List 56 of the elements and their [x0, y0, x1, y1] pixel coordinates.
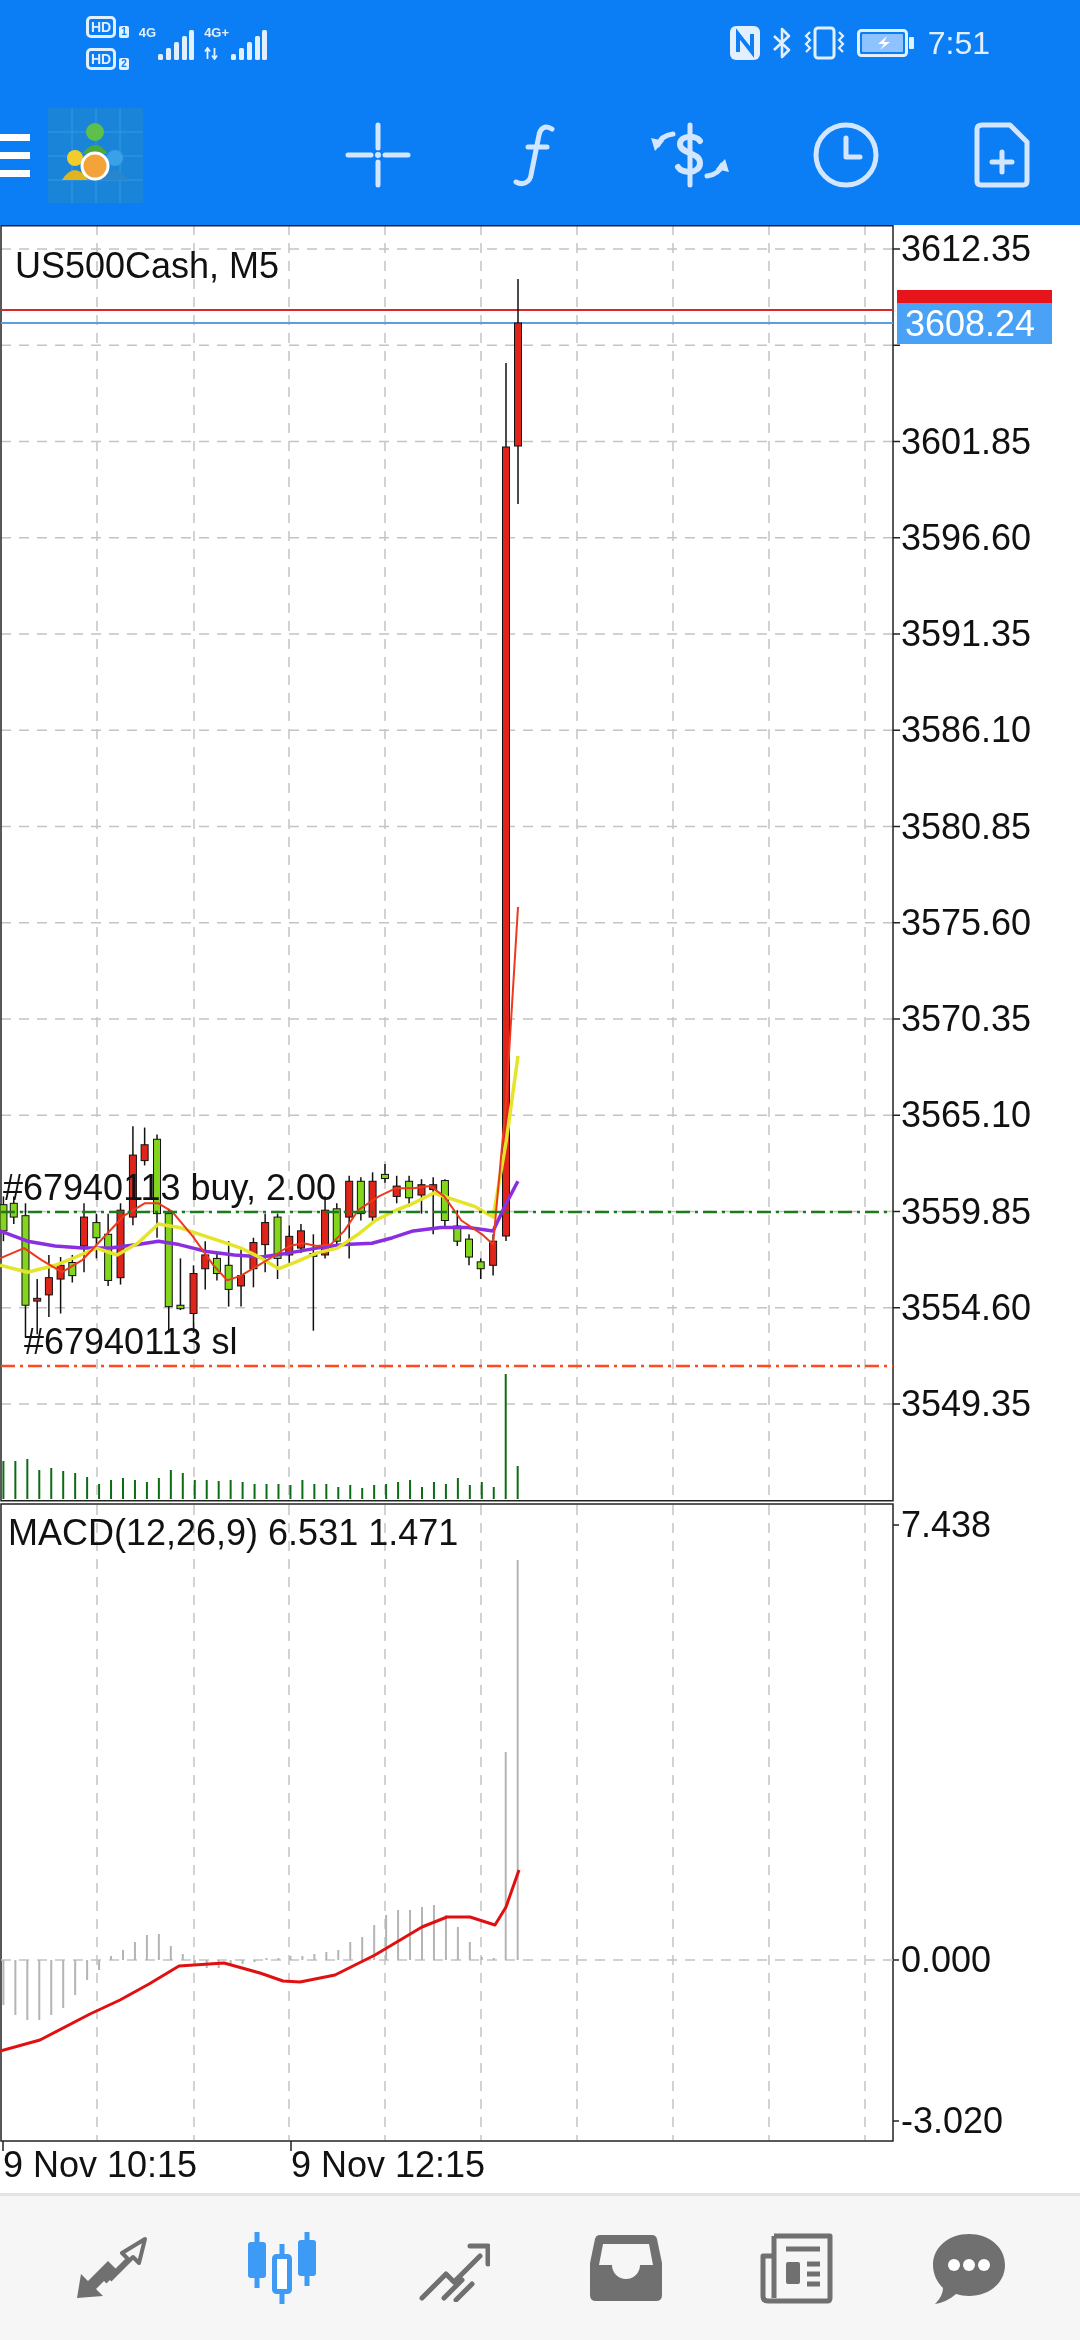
network-type-label: 4G+ [204, 25, 230, 39]
function-icon [513, 122, 555, 188]
indicators-button[interactable] [513, 122, 555, 188]
vibrate-icon [803, 25, 845, 60]
macd-axis-label: 0.000 [901, 1940, 992, 1980]
navigation-tab[interactable] [74, 2236, 147, 2300]
network-type-label: 4G [138, 25, 157, 39]
chart-symbol-label: US500Cash, M5 [15, 246, 280, 286]
bid-price-label: 3608.24 [897, 303, 1052, 344]
price-axis-label: 3586.10 [901, 710, 1032, 751]
sim-slot-badge: 2 [119, 57, 129, 70]
price-axis-label: 3591.35 [901, 614, 1032, 654]
price-axis-label: 3565.10 [901, 1095, 1032, 1136]
sim-slot-badge: 1 [119, 25, 129, 38]
app-logo-icon [48, 107, 143, 203]
navigation-tab[interactable] [589, 2235, 662, 2301]
price-axis-label: 3549.35 [901, 1384, 1032, 1424]
sim-badge: HD [86, 15, 117, 38]
nfc-icon [729, 25, 760, 60]
new-document-button[interactable] [974, 122, 1030, 188]
sim-badge: HD [86, 47, 117, 70]
double-arrow-icon [74, 2236, 147, 2300]
signal-strength-icon [231, 29, 268, 60]
inbox-icon [589, 2235, 662, 2301]
price-axis-label: 3570.35 [901, 999, 1032, 1039]
price-axis-label: 3554.60 [901, 1287, 1032, 1328]
chat-icon [933, 2232, 1006, 2304]
order-label: #67940113 sl [24, 1322, 238, 1362]
menu-icon [0, 133, 30, 177]
crosshair-icon [345, 122, 411, 188]
price-axis-label: 3580.85 [901, 806, 1032, 847]
macd-axis-label: 7.438 [901, 1505, 992, 1545]
clock-icon [813, 122, 879, 188]
signal-strength-icon [158, 29, 195, 60]
macd-indicator-label: MACD(12,26,9) 6.531 1.471 [8, 1513, 459, 1553]
new-order-button[interactable] [650, 122, 730, 188]
navigation-tab[interactable] [760, 2232, 835, 2304]
document-plus-icon [974, 122, 1030, 188]
price-axis-label: 3575.60 [901, 902, 1032, 943]
price-axis-label: 3601.85 [901, 421, 1032, 462]
menu-button[interactable] [0, 133, 30, 177]
clock-time: 7:51 [927, 26, 990, 59]
bluetooth-icon [771, 25, 792, 60]
dollar-exchange-icon [650, 122, 730, 188]
crosshair-button[interactable] [345, 122, 411, 188]
macd-axis-label: -3.020 [901, 2101, 1004, 2141]
newspaper-icon [760, 2232, 835, 2304]
history-button[interactable] [813, 122, 879, 188]
price-axis-label: 3612.35 [901, 229, 1032, 269]
price-axis-label: 3596.60 [901, 517, 1032, 558]
navigation-tab[interactable] [933, 2232, 1006, 2304]
time-axis-label: 9 Nov 10:15 [3, 2145, 198, 2185]
price-axis-label: 3559.85 [901, 1191, 1032, 1232]
time-axis-label: 9 Nov 12:15 [291, 2145, 486, 2185]
data-activity-icon [204, 46, 219, 60]
battery-icon [856, 28, 914, 57]
